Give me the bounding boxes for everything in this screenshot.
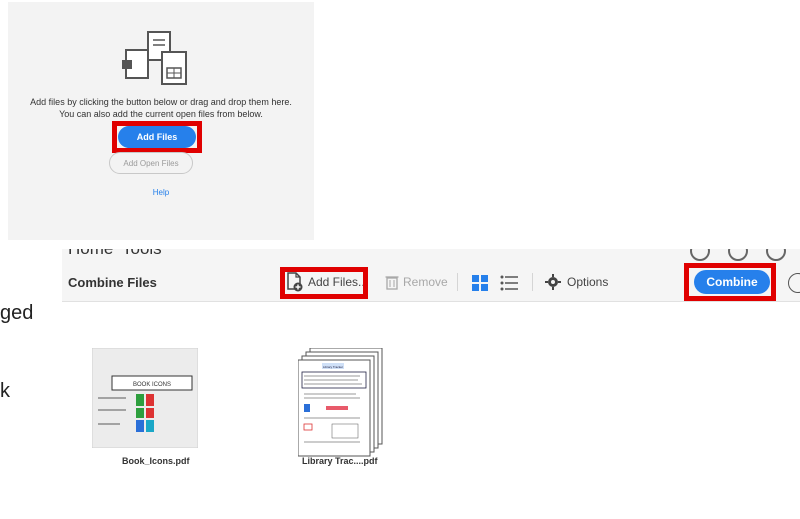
highlight-box-add-files-toolbar xyxy=(280,267,368,299)
top-nav: Home Tools xyxy=(62,249,800,263)
file-thumbnail[interactable]: BOOK ICONS xyxy=(92,348,198,448)
list-view-icon[interactable] xyxy=(500,275,518,291)
file-name: Library Trac....pdf xyxy=(302,456,378,466)
file-name: Book_Icons.pdf xyxy=(122,456,190,466)
tab-home[interactable]: Home xyxy=(68,249,113,259)
options-button[interactable]: Options xyxy=(545,272,608,292)
close-icon[interactable] xyxy=(788,273,800,293)
add-files-panel: Add files by clicking the button below o… xyxy=(8,2,314,240)
cropped-text-fragment: k xyxy=(0,380,10,402)
trash-icon xyxy=(385,276,399,290)
grid-view-icon[interactable] xyxy=(472,275,488,291)
file-thumbnail[interactable]: Library Tracker xyxy=(298,348,388,458)
thumb-title: Library Tracker xyxy=(323,365,343,369)
documents-icon xyxy=(122,31,187,85)
highlight-box-add-files xyxy=(112,121,202,153)
highlight-box-combine xyxy=(684,263,776,301)
account-icon[interactable] xyxy=(766,249,786,261)
combine-files-window: Home Tools Combine Files Add Files... xyxy=(62,249,800,519)
combine-toolbar: Combine Files Add Files... Remove Option… xyxy=(62,263,800,302)
gear-icon xyxy=(545,274,561,290)
remove-label: Remove xyxy=(403,275,448,289)
cropped-text-fragment: ged xyxy=(0,302,34,324)
thumb-title: BOOK ICONS xyxy=(133,382,171,388)
nav-icons xyxy=(690,249,786,261)
help-icon[interactable] xyxy=(728,249,748,261)
file-list: BOOK ICONS Book_Icons.pdf Library Tracke… xyxy=(62,302,800,519)
toolbar-divider xyxy=(532,273,533,291)
add-open-files-button[interactable]: Add Open Files xyxy=(109,152,193,174)
share-icon[interactable] xyxy=(690,249,710,261)
instruction-line-1: Add files by clicking the button below o… xyxy=(30,97,292,107)
remove-button[interactable]: Remove xyxy=(385,272,448,292)
instruction-line-2: You can also add the current open files … xyxy=(59,109,263,119)
tab-tools[interactable]: Tools xyxy=(122,249,162,259)
toolbar-divider xyxy=(457,273,458,291)
options-label: Options xyxy=(567,275,609,289)
help-link[interactable]: Help xyxy=(8,188,314,197)
page-title: Combine Files xyxy=(68,275,157,290)
